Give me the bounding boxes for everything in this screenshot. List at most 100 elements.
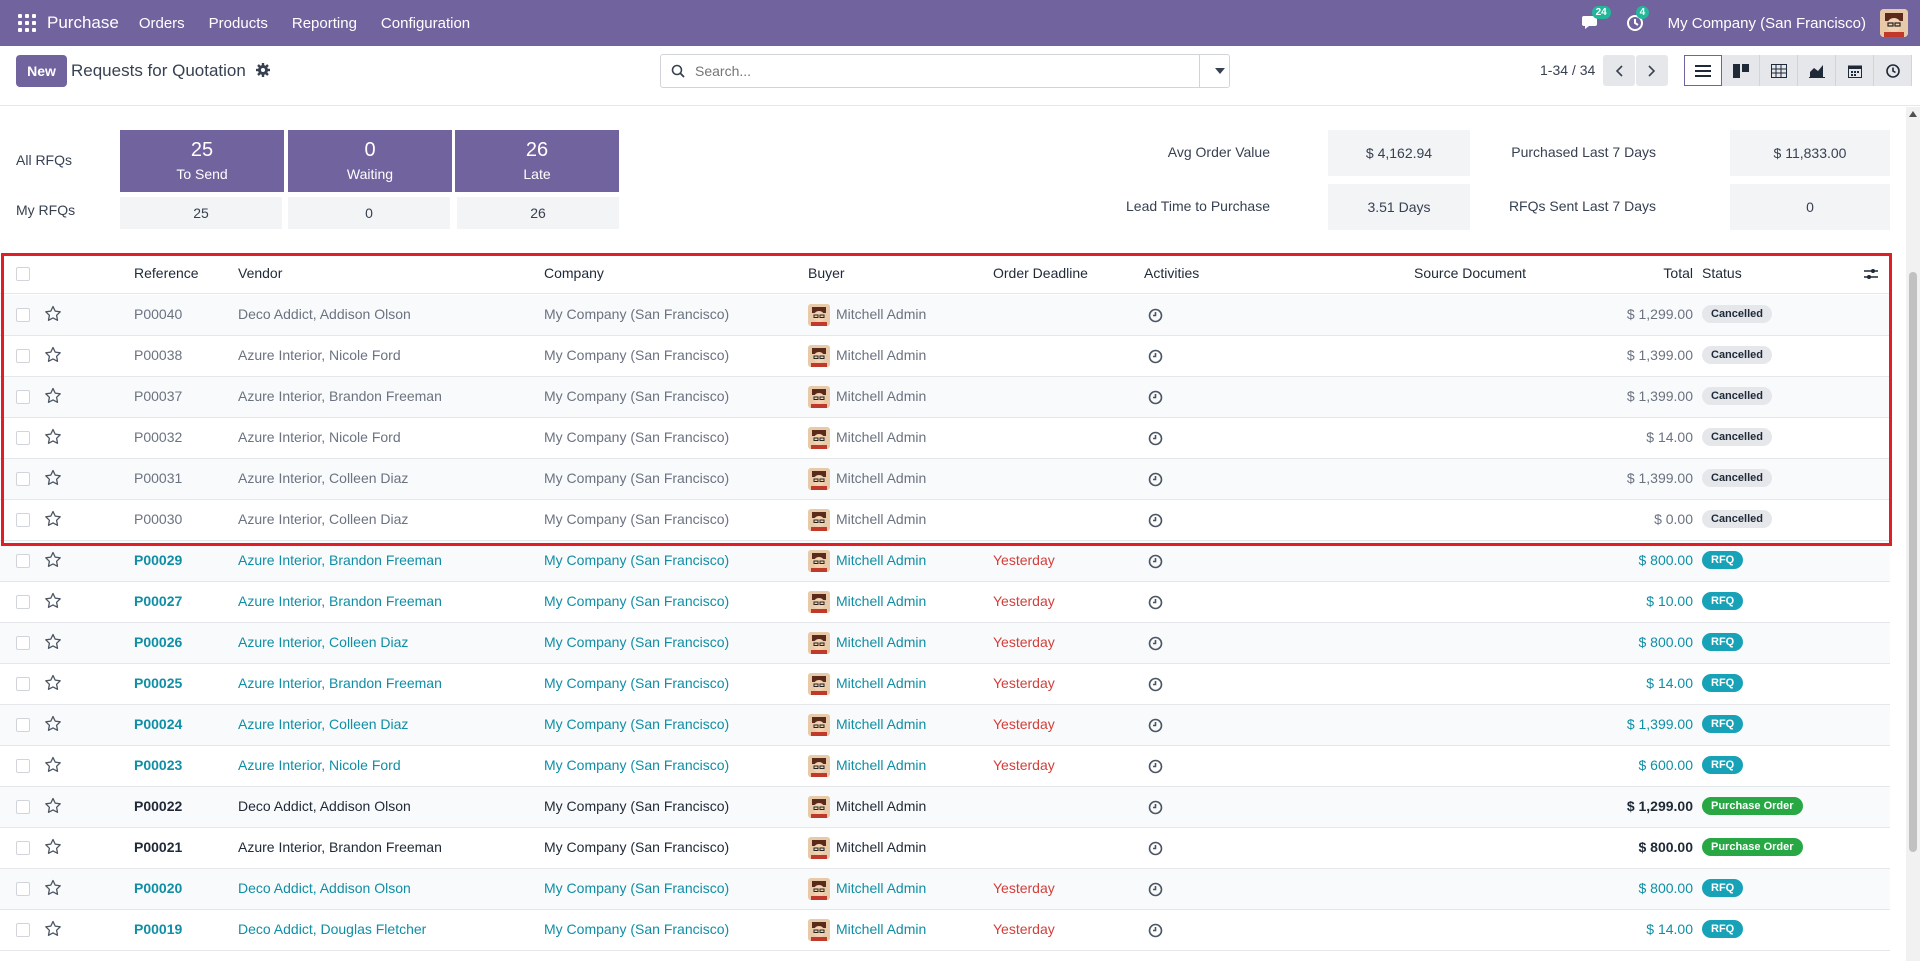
col-buyer[interactable]: Buyer: [808, 265, 845, 281]
tile-late[interactable]: 26 Late: [455, 130, 619, 192]
activity-clock-icon[interactable]: [1148, 923, 1163, 941]
priority-star-icon[interactable]: [44, 592, 62, 613]
priority-star-icon[interactable]: [44, 920, 62, 941]
row-checkbox[interactable]: [16, 472, 30, 486]
priority-star-icon[interactable]: [44, 428, 62, 449]
app-name[interactable]: Purchase: [47, 13, 119, 33]
priority-star-icon[interactable]: [44, 387, 62, 408]
search-input[interactable]: [695, 63, 1195, 79]
table-row[interactable]: P00024 Azure Interior, Colleen Diaz My Com…: [0, 705, 1890, 746]
new-button[interactable]: New: [16, 55, 67, 87]
tile-to-send[interactable]: 25 To Send: [120, 130, 284, 192]
activity-clock-icon[interactable]: [1148, 718, 1163, 736]
activity-clock-icon[interactable]: [1148, 595, 1163, 613]
activity-clock-icon[interactable]: [1148, 759, 1163, 777]
priority-star-icon[interactable]: [44, 674, 62, 695]
col-vendor[interactable]: Vendor: [238, 265, 282, 281]
table-row[interactable]: P00021 Azure Interior, Brandon Freeman My …: [0, 828, 1890, 869]
activity-clock-icon[interactable]: [1148, 472, 1163, 490]
activity-clock-icon[interactable]: [1148, 431, 1163, 449]
activity-clock-icon[interactable]: [1148, 882, 1163, 900]
priority-star-icon[interactable]: [44, 879, 62, 900]
search-options-toggle[interactable]: [1199, 55, 1229, 87]
col-source-document[interactable]: Source Document: [1414, 265, 1526, 281]
row-checkbox[interactable]: [16, 431, 30, 445]
activity-view-button[interactable]: [1874, 55, 1912, 86]
table-row[interactable]: P00037 Azure Interior, Brandon Freeman My …: [0, 377, 1890, 418]
col-total[interactable]: Total: [1641, 265, 1693, 281]
table-row[interactable]: P00027 Azure Interior, Brandon Freeman My …: [0, 582, 1890, 623]
col-activities[interactable]: Activities: [1144, 265, 1199, 281]
activity-clock-icon[interactable]: [1148, 513, 1163, 531]
col-order-deadline[interactable]: Order Deadline: [993, 265, 1088, 281]
row-checkbox[interactable]: [16, 677, 30, 691]
user-avatar[interactable]: [1880, 9, 1908, 37]
row-checkbox[interactable]: [16, 759, 30, 773]
table-row[interactable]: P00020 Deco Addict, Addison Olson My Compa…: [0, 869, 1890, 910]
pager-previous-button[interactable]: [1603, 55, 1635, 86]
scroll-thumb[interactable]: [1909, 272, 1917, 852]
menu-configuration[interactable]: Configuration: [381, 15, 470, 32]
company-switcher[interactable]: My Company (San Francisco): [1668, 15, 1866, 32]
messages-button[interactable]: 24: [1580, 6, 1611, 34]
menu-reporting[interactable]: Reporting: [292, 15, 357, 32]
activity-clock-icon[interactable]: [1148, 841, 1163, 859]
apps-menu-icon[interactable]: [18, 14, 36, 32]
table-row[interactable]: P00025 Azure Interior, Brandon Freeman My …: [0, 664, 1890, 705]
col-reference[interactable]: Reference: [134, 265, 199, 281]
gear-icon[interactable]: [255, 62, 271, 78]
activity-clock-icon[interactable]: [1148, 554, 1163, 572]
table-row[interactable]: P00032 Azure Interior, Nicole Ford My Comp…: [0, 418, 1890, 459]
menu-products[interactable]: Products: [209, 15, 268, 32]
row-checkbox[interactable]: [16, 513, 30, 527]
row-checkbox[interactable]: [16, 923, 30, 937]
pivot-view-button[interactable]: [1760, 55, 1798, 86]
priority-star-icon[interactable]: [44, 838, 62, 859]
activities-button[interactable]: 4: [1624, 6, 1650, 34]
table-row[interactable]: P00023 Azure Interior, Nicole Ford My Comp…: [0, 746, 1890, 787]
pager-next-button[interactable]: [1636, 55, 1668, 86]
kanban-view-button[interactable]: [1722, 55, 1760, 86]
my-late[interactable]: 26: [457, 197, 619, 229]
optional-columns-icon[interactable]: [1864, 267, 1878, 281]
my-to-send[interactable]: 25: [120, 197, 282, 229]
priority-star-icon[interactable]: [44, 551, 62, 572]
row-checkbox[interactable]: [16, 349, 30, 363]
priority-star-icon[interactable]: [44, 305, 62, 326]
priority-star-icon[interactable]: [44, 346, 62, 367]
activity-clock-icon[interactable]: [1148, 800, 1163, 818]
table-row[interactable]: P00030 Azure Interior, Colleen Diaz My Com…: [0, 500, 1890, 541]
row-checkbox[interactable]: [16, 841, 30, 855]
activity-clock-icon[interactable]: [1148, 677, 1163, 695]
graph-view-button[interactable]: [1798, 55, 1836, 86]
col-status[interactable]: Status: [1702, 265, 1742, 281]
tile-waiting[interactable]: 0 Waiting: [288, 130, 452, 192]
calendar-view-button[interactable]: [1836, 55, 1874, 86]
col-company[interactable]: Company: [544, 265, 604, 281]
my-waiting[interactable]: 0: [288, 197, 450, 229]
table-row[interactable]: P00026 Azure Interior, Colleen Diaz My Com…: [0, 623, 1890, 664]
activity-clock-icon[interactable]: [1148, 349, 1163, 367]
table-row[interactable]: P00038 Azure Interior, Nicole Ford My Comp…: [0, 336, 1890, 377]
list-view-button[interactable]: [1684, 55, 1722, 86]
table-row[interactable]: P00022 Deco Addict, Addison Olson My Compa…: [0, 787, 1890, 828]
row-checkbox[interactable]: [16, 554, 30, 568]
pager-value[interactable]: 1-34 / 34: [1540, 62, 1595, 78]
priority-star-icon[interactable]: [44, 756, 62, 777]
row-checkbox[interactable]: [16, 718, 30, 732]
scroll-up-arrow[interactable]: [1909, 111, 1917, 117]
row-checkbox[interactable]: [16, 800, 30, 814]
activity-clock-icon[interactable]: [1148, 636, 1163, 654]
row-checkbox[interactable]: [16, 390, 30, 404]
priority-star-icon[interactable]: [44, 633, 62, 654]
activity-clock-icon[interactable]: [1148, 390, 1163, 408]
table-row[interactable]: P00031 Azure Interior, Colleen Diaz My Com…: [0, 459, 1890, 500]
row-checkbox[interactable]: [16, 308, 30, 322]
priority-star-icon[interactable]: [44, 469, 62, 490]
scrollbar[interactable]: [1906, 107, 1920, 961]
priority-star-icon[interactable]: [44, 510, 62, 531]
table-row[interactable]: P00029 Azure Interior, Brandon Freeman My …: [0, 541, 1890, 582]
activity-clock-icon[interactable]: [1148, 308, 1163, 326]
priority-star-icon[interactable]: [44, 797, 62, 818]
menu-orders[interactable]: Orders: [139, 15, 185, 32]
